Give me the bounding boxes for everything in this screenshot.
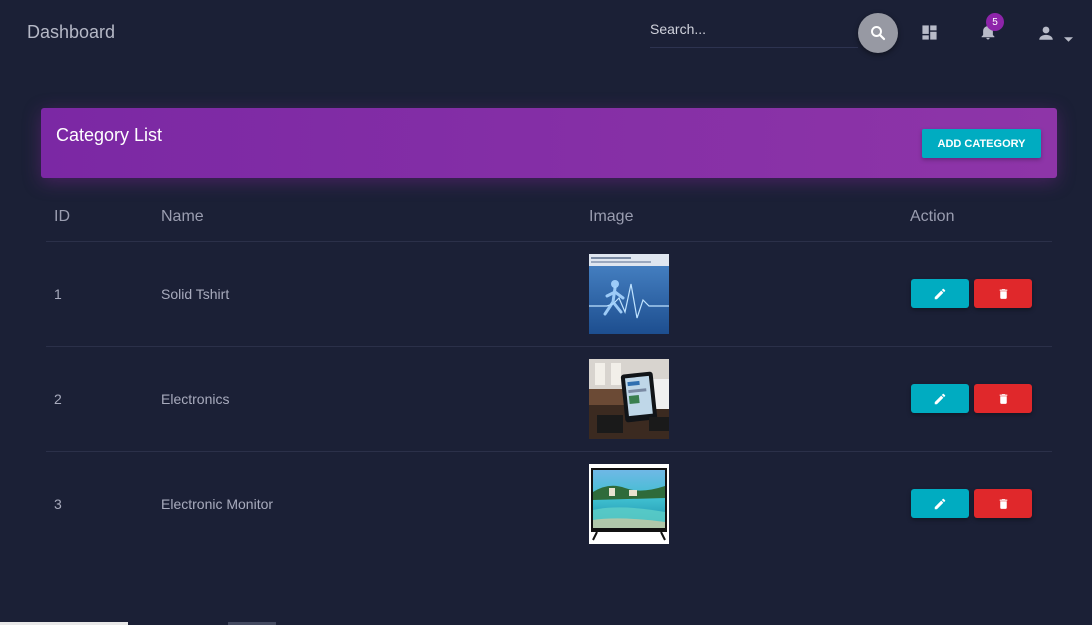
category-table: ID Name Image Action 1 Solid Tshirt 2 El… <box>46 196 1052 556</box>
user-menu-caret[interactable] <box>1064 30 1073 48</box>
user-icon <box>1039 26 1053 40</box>
edit-button[interactable] <box>911 279 969 308</box>
category-image <box>589 464 669 544</box>
column-header-name: Name <box>161 208 204 225</box>
cell-name: Electronics <box>161 391 230 407</box>
notification-badge: 5 <box>986 13 1004 31</box>
edit-icon <box>934 498 946 509</box>
cell-name: Solid Tshirt <box>161 286 230 302</box>
category-image <box>589 254 669 334</box>
user-menu-button[interactable] <box>1037 24 1055 47</box>
cell-id: 3 <box>54 496 62 512</box>
search-button[interactable] <box>858 13 898 53</box>
cell-name: Electronic Monitor <box>161 496 274 512</box>
tv-monitor-thumbnail <box>589 464 669 544</box>
brand-title[interactable]: Dashboard <box>27 22 115 43</box>
tablet-in-room-thumbnail <box>589 359 669 439</box>
delete-button[interactable] <box>974 279 1032 308</box>
table-row: 3 Electronic Monitor <box>46 452 1052 556</box>
search-box <box>650 15 858 48</box>
fitness-runner-thumbnail <box>589 254 669 334</box>
dashboard-icon <box>922 25 937 40</box>
add-category-button[interactable]: ADD CATEGORY <box>922 129 1041 158</box>
delete-icon <box>999 393 1007 404</box>
edit-icon <box>934 288 946 299</box>
card-title: Category List <box>56 125 163 145</box>
dashboard-button[interactable] <box>921 24 938 46</box>
caret-down-icon <box>1064 37 1073 42</box>
category-card-header: Category List ADD CATEGORY <box>41 108 1057 178</box>
search-input[interactable] <box>650 15 850 37</box>
delete-button[interactable] <box>974 489 1032 518</box>
column-header-action: Action <box>910 208 955 225</box>
delete-icon <box>999 288 1007 299</box>
cell-id: 2 <box>54 391 62 407</box>
table-row: 2 Electronics <box>46 347 1052 452</box>
edit-icon <box>934 393 946 404</box>
table-header: ID Name Image Action <box>46 196 1052 242</box>
page: Dashboard 5 <box>0 0 1092 625</box>
top-navbar: Dashboard 5 <box>0 0 1092 66</box>
column-header-image: Image <box>589 208 634 225</box>
delete-button[interactable] <box>974 384 1032 413</box>
edit-button[interactable] <box>911 489 969 518</box>
edit-button[interactable] <box>911 384 969 413</box>
column-header-id: ID <box>54 208 70 225</box>
delete-icon <box>999 498 1007 509</box>
cell-id: 1 <box>54 286 62 302</box>
table-row: 1 Solid Tshirt <box>46 242 1052 347</box>
search-icon <box>871 26 886 41</box>
category-image <box>589 359 669 439</box>
